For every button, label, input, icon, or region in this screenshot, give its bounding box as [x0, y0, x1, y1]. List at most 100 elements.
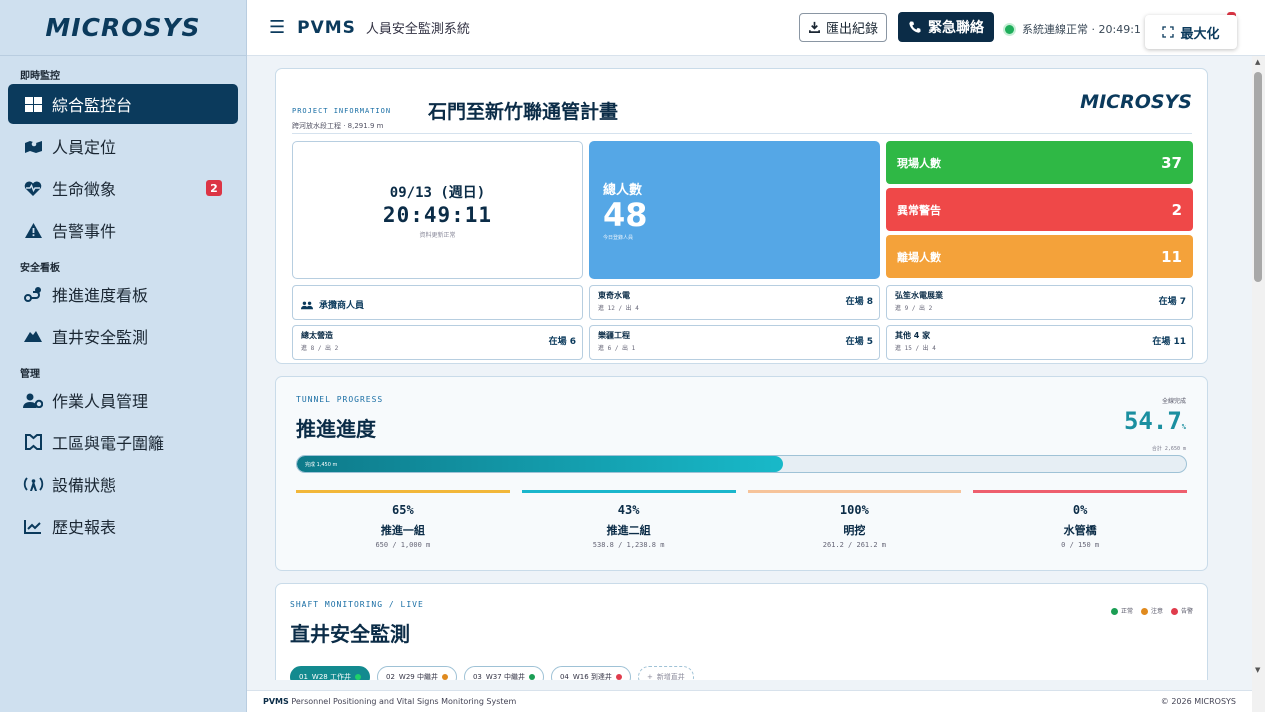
segment-color-bar — [747, 490, 962, 493]
fullscreen-icon — [1162, 26, 1175, 38]
scroll-down-icon[interactable]: ▼ — [1255, 666, 1260, 674]
left-count-card[interactable]: 離場人數 11 — [886, 235, 1193, 278]
status-dot-icon — [354, 674, 361, 680]
contractor-item[interactable]: 弘笙水電展業 進 9 / 出 2 在場 7 — [886, 285, 1193, 320]
scroll-up-icon[interactable]: ▲ — [1255, 58, 1260, 66]
overall-progress-bar: 完成 1,450 m — [296, 455, 1187, 473]
contractor-item[interactable]: 樂疆工程 進 6 / 出 1 在場 5 — [589, 325, 880, 360]
footer: PVMS Personnel Positioning and Vital Sig… — [247, 690, 1252, 712]
sidebar-item[interactable]: 人員定位 — [8, 126, 238, 166]
main-scrollbar[interactable]: ▲ ▼ — [1252, 56, 1265, 712]
scroll-thumb[interactable] — [1254, 72, 1262, 282]
maximize-label: 最大化 — [1180, 26, 1220, 42]
app-name: PVMS — [297, 17, 356, 38]
shaft-tab[interactable]: 04 W16 到達井 — [550, 666, 631, 680]
sidebar-item[interactable]: 作業人員管理 — [8, 380, 238, 420]
progress-bar-fill — [297, 456, 784, 472]
progress-segment[interactable]: 43% 推進二組 538.8 / 1,238.8 m — [521, 490, 736, 549]
legend-dot-icon — [1110, 608, 1118, 615]
export-records-label: 匯出紀錄 — [826, 22, 879, 37]
shaft-tabs: 01 W28 工作井 02 W29 中繼井 03 W37 中繼井 04 W16 到達井 + 新增直… — [290, 666, 694, 680]
shaft-tab-prefix: 03 — [472, 673, 482, 680]
shaft-tab-prefix: 04 — [559, 673, 569, 680]
divider — [292, 133, 1192, 134]
segment-percent: 65% — [392, 503, 414, 517]
total-personnel-value: 48 — [603, 196, 648, 234]
segment-distance: 0 / 150 m — [1061, 541, 1100, 549]
alert-count-card[interactable]: 異常警告 2 — [886, 188, 1193, 231]
segment-percent: 43% — [617, 503, 640, 517]
shaft-tab[interactable]: 01 W28 工作井 — [290, 666, 370, 680]
nav-section-title: 管理 — [20, 369, 40, 380]
maximize-button[interactable]: 最大化 — [1145, 15, 1237, 49]
segment-name: 推進一組 — [380, 524, 425, 537]
shaft-monitoring-label: SHAFT MONITORING / LIVE — [290, 600, 424, 609]
segment-name: 明挖 — [843, 524, 866, 537]
nav-section-title: 即時監控 — [20, 71, 60, 82]
shaft-tab[interactable]: 02 W29 中繼井 — [376, 666, 457, 680]
total-personnel-sub: 今日登錄人員 — [603, 235, 634, 241]
sidebar-item[interactable]: 直井安全監測 — [8, 316, 238, 356]
brand-logo[interactable]: MICROSYS — [0, 0, 246, 56]
progress-segment[interactable]: 0% 水管橋 0 / 150 m — [973, 490, 1187, 549]
sidebar-item[interactable]: 歷史報表 — [8, 506, 238, 546]
tunnel-progress-label: TUNNEL PROGRESS — [296, 395, 384, 404]
project-info-label: PROJECT INFORMATION — [292, 107, 392, 115]
onsite-value: 37 — [1161, 153, 1182, 172]
sidebar-item[interactable]: 推進進度看板 — [8, 274, 238, 314]
overall-unit: % — [1181, 423, 1186, 431]
sidebar-item[interactable]: 生命徵象 2 — [8, 168, 238, 208]
project-title: 石門至新竹聯通管計畫 — [428, 101, 619, 123]
shaft-tab-prefix: 01 — [299, 673, 308, 680]
users-gear-icon — [22, 393, 44, 408]
app-subtitle: 人員安全監測系統 — [365, 22, 470, 37]
segment-percent: 0% — [1072, 503, 1088, 517]
broadcast-icon — [22, 476, 44, 492]
overall-value: 54.7 — [1123, 407, 1182, 435]
onsite-label: 現場人數 — [897, 156, 941, 170]
current-time: 20:49:11 — [382, 203, 493, 227]
sidebar-item[interactable]: 告警事件 — [8, 210, 238, 250]
main-content: PROJECT INFORMATION 石門至新竹聯通管計畫 跨河放水段工程 ·… — [258, 58, 1252, 680]
count-badge: 2 — [206, 180, 222, 196]
map-person-icon — [22, 138, 44, 154]
progress-segment[interactable]: 100% 明挖 261.2 / 261.2 m — [747, 490, 962, 549]
footer-brand: PVMS — [263, 697, 289, 706]
heartbeat-icon — [22, 180, 44, 196]
sidebar-item-label: 歷史報表 — [52, 518, 117, 537]
top-header: ☰ PVMS 人員安全監測系統 匯出紀錄 緊急聯絡 系統連線正常 · 20:49… — [247, 0, 1265, 56]
shaft-monitoring-card: SHAFT MONITORING / LIVE 直井安全監測 正常 注意 告警 01… — [275, 583, 1208, 680]
onsite-count-card[interactable]: 現場人數 37 — [886, 141, 1193, 184]
contractor-onsite: 在場 7 — [1158, 297, 1186, 307]
emergency-contact-button[interactable]: 緊急聯絡 — [898, 12, 994, 42]
sidebar-item[interactable]: 工區與電子圍籬 — [8, 422, 238, 462]
add-shaft-button[interactable]: + 新增直井 — [637, 666, 694, 680]
contractor-item[interactable]: 東奇水電 進 12 / 出 4 在場 8 — [589, 285, 880, 320]
sidebar-item[interactable]: 設備狀態 — [8, 464, 238, 504]
nav-section-title: 安全看板 — [20, 263, 60, 274]
menu-toggle-icon[interactable]: ☰ — [269, 17, 285, 38]
contractor-item[interactable]: 總太營造 進 8 / 出 2 在場 6 — [292, 325, 583, 360]
sidebar-item-label: 綜合監控台 — [52, 96, 133, 115]
alert-label: 異常警告 — [897, 203, 941, 217]
contractor-name: 其他 4 家 — [895, 331, 931, 340]
sidebar-item-label: 作業人員管理 — [52, 392, 149, 411]
status-dot-icon — [1005, 24, 1014, 34]
update-status: 資料更新正常 — [419, 232, 456, 239]
left-label: 離場人數 — [897, 250, 941, 264]
phone-icon — [909, 21, 921, 33]
contractor-name: 弘笙水電展業 — [895, 291, 943, 300]
sidebar-item[interactable]: 綜合監控台 — [8, 84, 238, 124]
contractor-io: 進 6 / 出 1 — [598, 345, 636, 352]
warning-icon — [22, 222, 44, 238]
segment-distance: 650 / 1,000 m — [375, 541, 431, 549]
shaft-tab[interactable]: 03 W37 中繼井 — [463, 666, 544, 680]
footer-copyright: © 2026 MICROSYS — [1160, 697, 1236, 706]
export-records-button[interactable]: 匯出紀錄 — [799, 13, 888, 42]
legend-dot-icon — [1170, 608, 1178, 615]
contractor-onsite: 在場 5 — [845, 337, 873, 347]
contractor-item[interactable]: 其他 4 家 進 15 / 出 4 在場 11 — [886, 325, 1193, 360]
legend-item: 正常 — [1110, 606, 1133, 615]
progress-segment[interactable]: 65% 推進一組 650 / 1,000 m — [296, 490, 510, 549]
total-personnel-panel[interactable]: 總人數 48 今日登錄人員 — [589, 141, 880, 279]
